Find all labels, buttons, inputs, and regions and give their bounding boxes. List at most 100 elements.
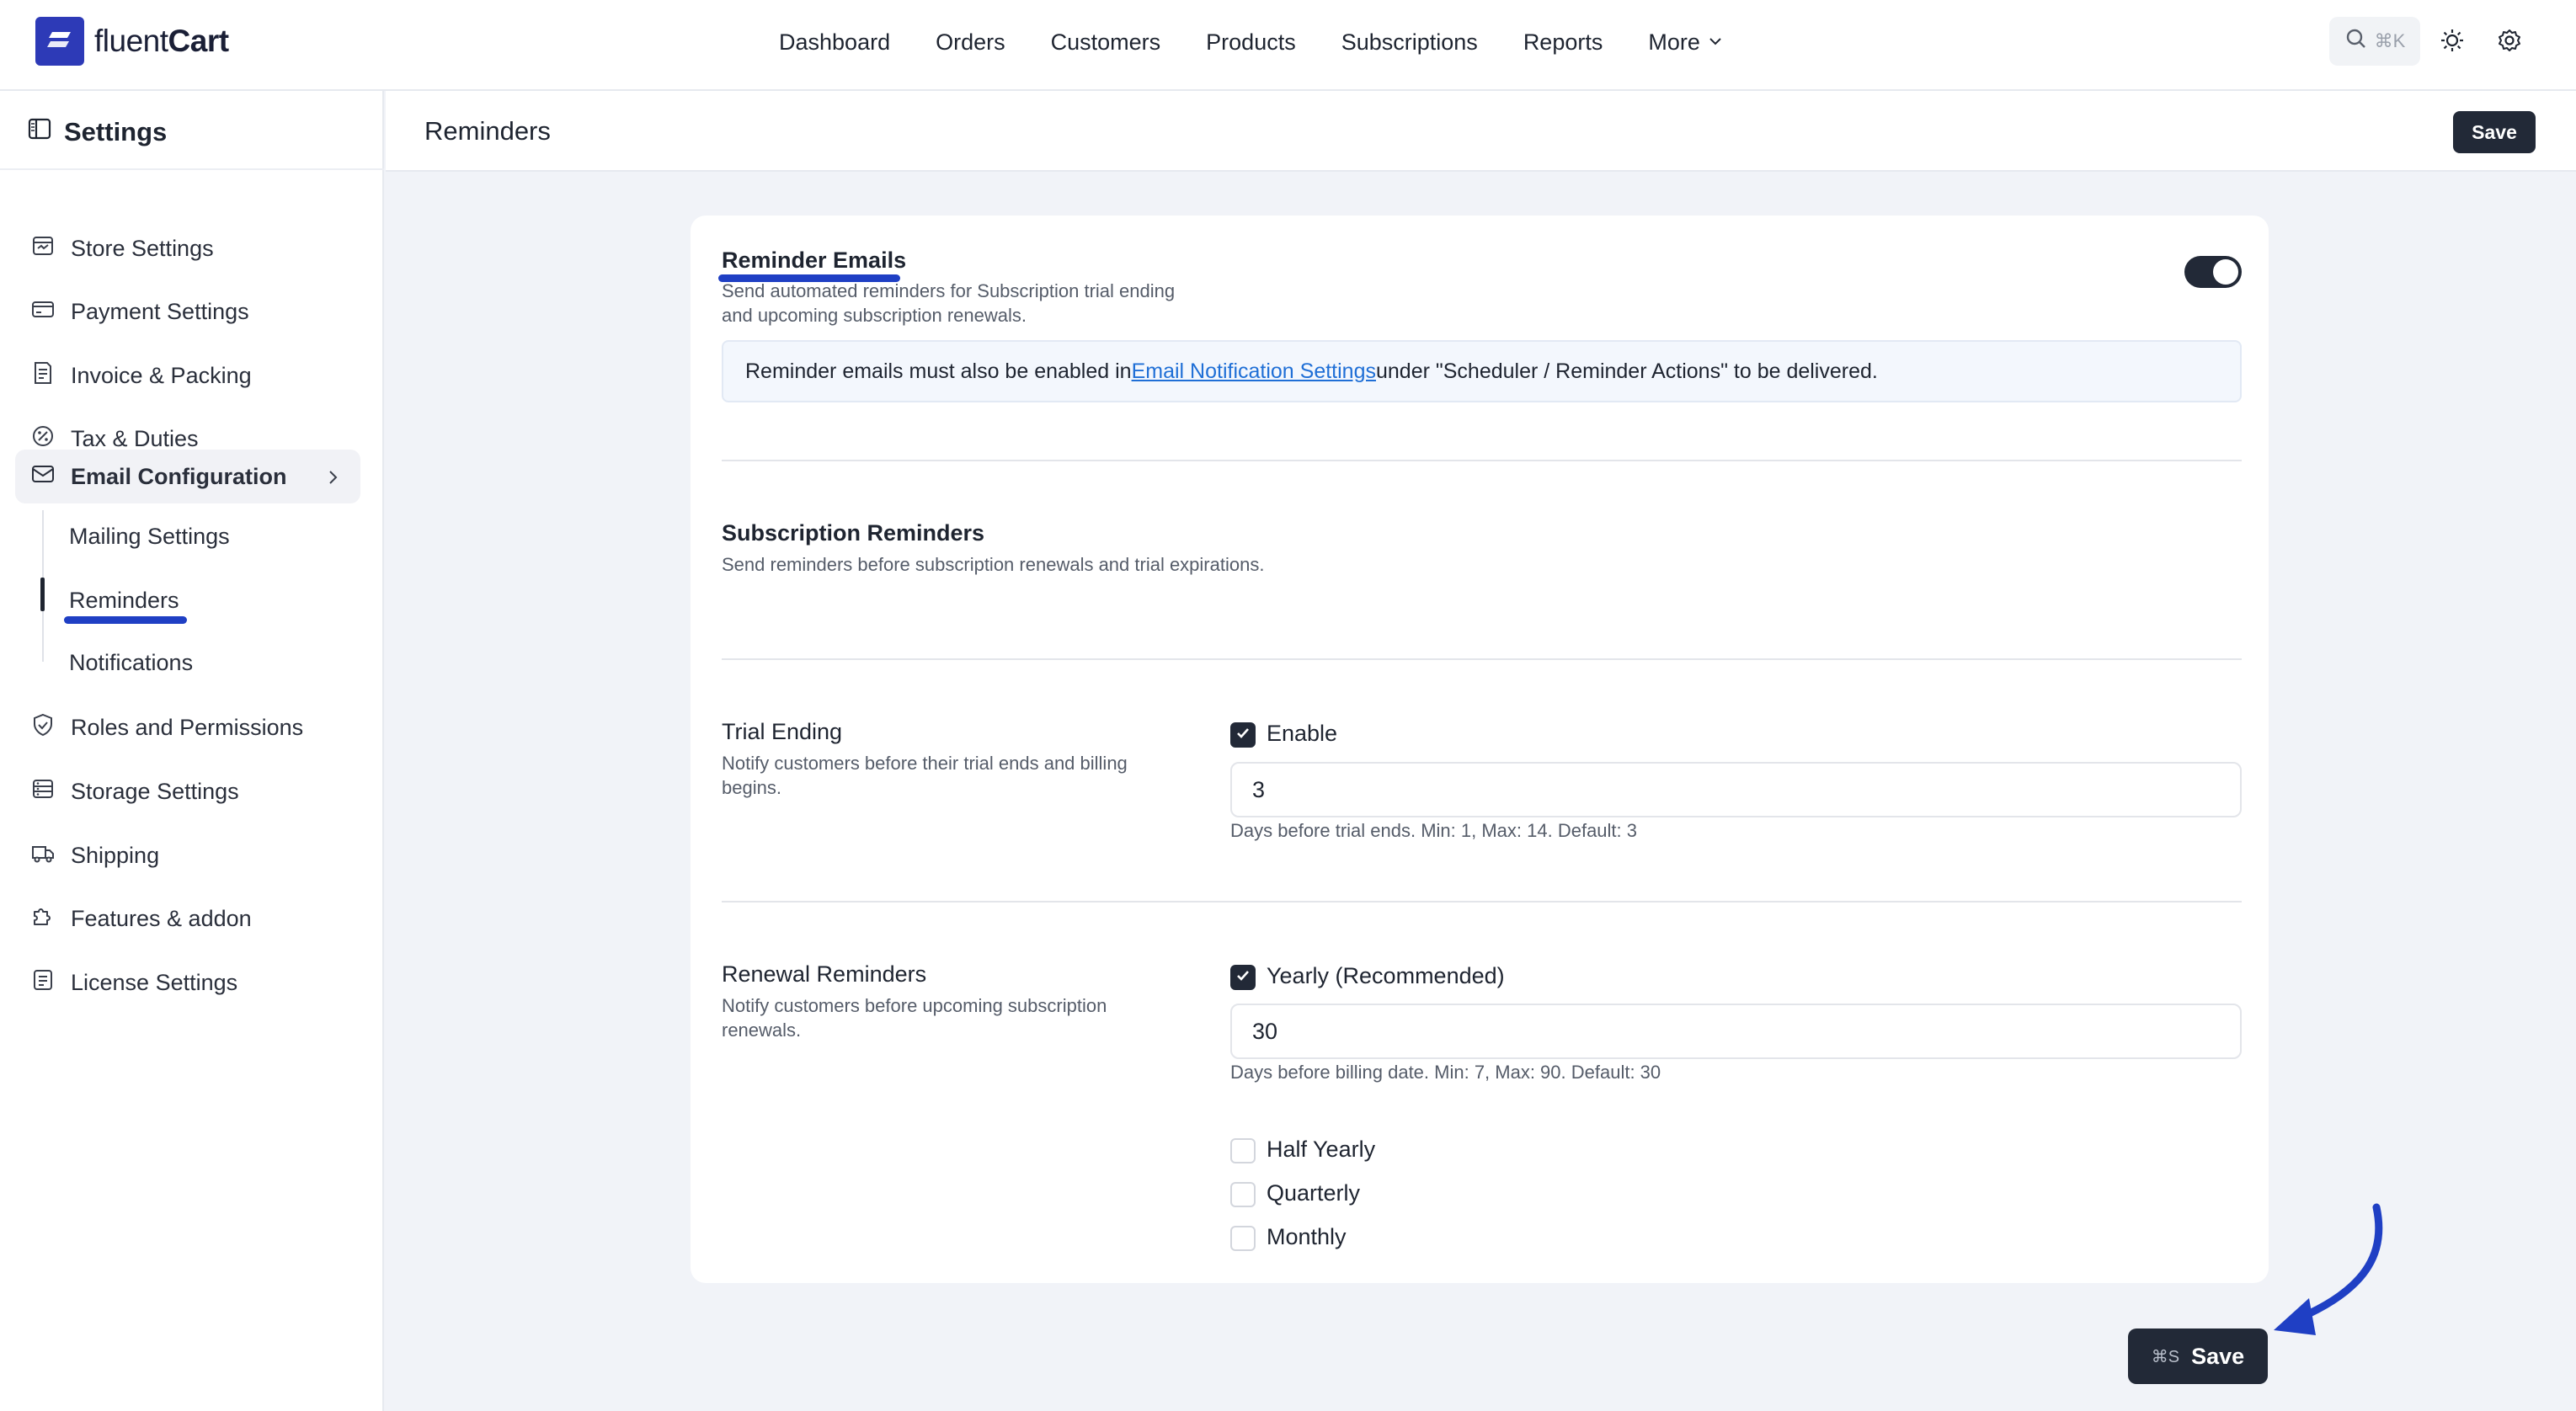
email-notification-settings-link[interactable]: Email Notification Settings <box>1132 359 1376 384</box>
trial-ending-enable-label: Enable <box>1267 721 1338 746</box>
sidebar-item-label: Features & addon <box>71 905 252 931</box>
trial-ending-title: Trial Ending <box>722 719 843 744</box>
sidebar-item-roles-permissions[interactable]: Roles and Permissions <box>15 700 360 754</box>
header-save-button[interactable]: Save <box>2453 111 2536 153</box>
sidebar-item-label: Store Settings <box>71 235 214 261</box>
reminder-emails-toggle[interactable] <box>2184 256 2242 288</box>
nav-orders[interactable]: Orders <box>936 29 1005 56</box>
mail-icon <box>30 461 56 493</box>
fluentcart-logo-icon <box>35 17 84 66</box>
nav-dashboard[interactable]: Dashboard <box>779 29 890 56</box>
monthly-label: Monthly <box>1267 1224 1347 1249</box>
reminders-settings-card: Reminder Emails Send automated reminders… <box>691 216 2269 1283</box>
card-icon <box>30 296 56 327</box>
storage-icon <box>30 776 56 807</box>
yearly-days-input[interactable] <box>1230 1004 2242 1059</box>
nav-more[interactable]: More <box>1648 29 1724 56</box>
trial-ending-days-input[interactable] <box>1230 762 2242 817</box>
top-navigation-bar: fluentCart Dashboard Orders Customers Pr… <box>0 0 2576 91</box>
sun-icon <box>2440 28 2465 57</box>
page-title: Reminders <box>424 116 551 146</box>
sidebar-item-label: Tax & Duties <box>71 425 199 451</box>
notice-text-suffix: under "Scheduler / Reminder Actions" to … <box>1375 359 1878 383</box>
settings-button[interactable] <box>2491 24 2528 61</box>
sidebar-subitem-mailing-settings[interactable]: Mailing Settings <box>69 524 230 550</box>
page-header: Reminders Save <box>386 91 2576 172</box>
truck-icon <box>30 840 56 871</box>
nav-subscriptions[interactable]: Subscriptions <box>1341 29 1478 56</box>
reminder-emails-description: Send automated reminders for Subscriptio… <box>722 280 1176 326</box>
half-yearly-checkbox[interactable] <box>1230 1138 1256 1163</box>
quarterly-label: Quarterly <box>1267 1180 1361 1206</box>
sidebar-item-features-addon[interactable]: Features & addon <box>15 892 360 945</box>
settings-sidebar: Settings Store Settings Payment Settings… <box>0 91 384 1411</box>
renewal-reminders-title: Renewal Reminders <box>722 961 927 987</box>
search-button[interactable]: ⌘K <box>2329 17 2420 66</box>
sidebar-subitem-notifications[interactable]: Notifications <box>69 650 193 676</box>
sidebar-item-label: Storage Settings <box>71 778 239 804</box>
sidebar-item-label: Roles and Permissions <box>71 714 304 740</box>
half-yearly-label: Half Yearly <box>1267 1137 1376 1162</box>
trial-ending-description: Notify customers before their trial ends… <box>722 753 1128 798</box>
subscription-reminders-description: Send reminders before subscription renew… <box>722 554 1265 575</box>
sidebar-item-email-configuration[interactable]: Email Configuration <box>15 450 360 503</box>
trial-ending-hint: Days before trial ends. Min: 1, Max: 14.… <box>1230 820 1638 841</box>
save-label: Save <box>2191 1343 2245 1369</box>
nav-products[interactable]: Products <box>1206 29 1296 56</box>
renewal-reminders-description: Notify customers before upcoming subscri… <box>722 995 1107 1041</box>
sidebar-header: Settings <box>27 116 167 148</box>
sidebar-item-shipping[interactable]: Shipping <box>15 828 360 882</box>
yearly-label: Yearly (Recommended) <box>1267 963 1505 988</box>
yearly-hint: Days before billing date. Min: 7, Max: 9… <box>1230 1062 1661 1083</box>
search-icon <box>2344 27 2368 56</box>
annotation-underline <box>64 616 187 624</box>
annotation-arrow-icon <box>2257 1195 2400 1351</box>
save-shortcut: ⌘S <box>2151 1347 2180 1366</box>
sidebar-title: Settings <box>64 117 168 146</box>
app-logo[interactable]: fluentCart <box>35 17 229 66</box>
search-shortcut: ⌘K <box>2374 30 2406 51</box>
app-name: fluentCart <box>94 24 229 58</box>
sidebar-item-label: Email Configuration <box>71 463 287 489</box>
chevron-right-icon <box>323 466 342 493</box>
subscription-reminders-title: Subscription Reminders <box>722 520 985 546</box>
checkmark-icon <box>1235 967 1251 988</box>
sidebar-item-label: Invoice & Packing <box>71 362 252 388</box>
submenu-active-indicator <box>40 578 45 611</box>
section-divider <box>722 658 2242 660</box>
sidebar-subitem-reminders[interactable]: Reminders <box>69 588 179 614</box>
trial-ending-enable-checkbox[interactable] <box>1230 722 1256 748</box>
shield-icon <box>30 712 56 743</box>
puzzle-icon <box>30 903 56 934</box>
yearly-checkbox[interactable] <box>1230 965 1256 990</box>
main-nav: Dashboard Orders Customers Products Subs… <box>779 0 1724 84</box>
section-divider <box>722 460 2242 461</box>
save-button[interactable]: ⌘S Save <box>2128 1328 2268 1384</box>
license-icon <box>30 967 56 998</box>
sidebar-item-storage-settings[interactable]: Storage Settings <box>15 764 360 818</box>
chevron-down-icon <box>1707 29 1724 56</box>
sidebar-item-label: Shipping <box>71 842 160 868</box>
section-divider <box>722 901 2242 903</box>
sidebar-divider <box>0 168 384 170</box>
quarterly-checkbox[interactable] <box>1230 1182 1256 1207</box>
nav-reports[interactable]: Reports <box>1523 29 1603 56</box>
store-icon <box>30 233 56 264</box>
reminder-emails-title: Reminder Emails <box>722 248 907 273</box>
toggle-knob <box>2213 259 2238 285</box>
gear-icon <box>2497 28 2522 57</box>
sidebar-item-store-settings[interactable]: Store Settings <box>15 221 360 275</box>
monthly-checkbox[interactable] <box>1230 1226 1256 1251</box>
sidebar-item-label: Payment Settings <box>71 298 249 324</box>
email-notification-notice: Reminder emails must also be enabled in … <box>722 340 2242 402</box>
sidebar-item-license-settings[interactable]: License Settings <box>15 956 360 1009</box>
nav-customers[interactable]: Customers <box>1051 29 1161 56</box>
sidebar-panel-icon[interactable] <box>27 116 52 148</box>
sidebar-item-label: License Settings <box>71 969 238 995</box>
notice-text-prefix: Reminder emails must also be enabled in <box>745 359 1132 383</box>
theme-toggle-button[interactable] <box>2434 24 2471 61</box>
sidebar-item-payment-settings[interactable]: Payment Settings <box>15 285 360 338</box>
sidebar-item-invoice-packing[interactable]: Invoice & Packing <box>15 349 360 402</box>
checkmark-icon <box>1235 725 1251 746</box>
invoice-icon <box>30 360 56 391</box>
